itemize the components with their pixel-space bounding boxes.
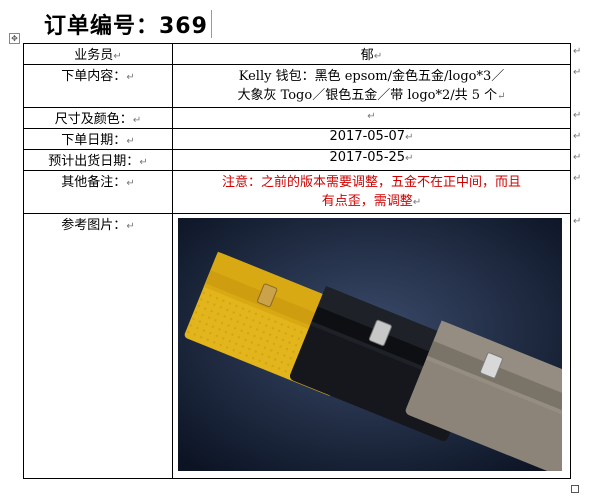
table-row: 其他备注：↵ 注意：之前的版本需要调整，五金不在正中间，而且 有点歪，需调整↵ [23,170,571,214]
row-end-mark-icon: ↵ [573,173,582,184]
paragraph-mark-icon: ↵ [126,221,135,232]
table-resize-handle-icon[interactable] [571,485,579,493]
notes-value-cell[interactable]: 注意：之前的版本需要调整，五金不在正中间，而且 有点歪，需调整↵ [172,170,571,214]
table-row: 下单内容：↵ Kelly 钱包：黑色 epsom/金色五金/logo*3／ 大象… [23,64,571,108]
paragraph-mark-icon: ↵ [139,157,148,168]
ship-date-label: 预计出货日期： [48,154,140,169]
paragraph-mark-icon: ↵ [367,111,376,122]
salesperson-value-cell[interactable]: 郁↵ [172,43,571,65]
paragraph-mark-icon: ↵ [132,115,142,126]
row-end-mark-icon: ↵ [573,152,582,163]
row-end-mark-icon: ↵ [573,110,582,121]
size-color-value-cell[interactable]: ↵ [172,107,571,129]
order-content-text-2: 大象灰 Togo／银色五金／带 logo*2/共 5 个 [237,88,498,103]
table-row: 预计出货日期：↵ 2017-05-25↵ [23,149,571,171]
paragraph-mark-icon: ↵ [405,153,414,164]
paragraph-mark-icon: ↵ [497,91,506,102]
reference-image-label: 参考图片： [61,218,127,233]
order-date-value: 2017-05-07 [329,129,406,144]
table-row: 参考图片：↵ [23,213,571,479]
ship-date-value: 2017-05-25 [329,150,406,165]
wallet-reference-photo[interactable] [178,218,562,471]
salesperson-label: 业务员 [74,48,114,63]
reference-image-cell[interactable] [172,213,571,479]
paragraph-mark-icon: ↵ [412,197,422,208]
table-move-handle-icon[interactable]: ✥ [9,33,20,44]
order-content-text-1: Kelly 钱包：黑色 epsom/金色五金/logo*3／ [238,69,505,84]
notes-label: 其他备注： [61,175,127,190]
order-content-label-cell[interactable]: 下单内容：↵ [23,64,173,108]
salesperson-label-cell[interactable]: 业务员↵ [23,43,173,65]
order-content-label: 下单内容： [61,69,127,84]
table-row: 尺寸及颜色：↵ ↵ [23,107,571,129]
order-date-label: 下单日期： [61,133,127,148]
paragraph-mark-icon: ↵ [405,132,414,143]
notes-text-2: 有点歪，需调整 [321,194,413,209]
size-color-label-cell[interactable]: 尺寸及颜色：↵ [23,107,173,129]
order-content-line-2: 大象灰 Togo／银色五金／带 logo*2/共 5 个↵ [177,84,566,103]
notes-line-2: 有点歪，需调整↵ [177,190,566,209]
notes-label-cell[interactable]: 其他备注：↵ [23,170,173,214]
row-end-mark-icon: ↵ [573,131,582,142]
reference-image-label-cell[interactable]: 参考图片：↵ [23,213,173,479]
table-row: 业务员↵ 郁↵ [23,43,571,65]
paragraph-mark-icon: ↵ [113,51,122,62]
order-table: 业务员↵ 郁↵ 下单内容：↵ Kelly 钱包：黑色 epsom/金色五金/lo… [23,43,571,479]
order-date-label-cell[interactable]: 下单日期：↵ [23,128,173,150]
text-cursor [211,10,212,38]
row-end-mark-icon: ↵ [573,67,582,78]
order-number-title: 订单编号：369 [44,14,208,39]
paragraph-mark-icon: ↵ [126,178,135,189]
order-date-value-cell[interactable]: 2017-05-07↵ [172,128,571,150]
paragraph-mark-icon: ↵ [126,136,135,147]
notes-line-1: 注意：之前的版本需要调整，五金不在正中间，而且 [177,171,566,190]
order-content-line-1: Kelly 钱包：黑色 epsom/金色五金/logo*3／ [177,65,566,84]
ship-date-label-cell[interactable]: 预计出货日期：↵ [23,149,173,171]
ship-date-value-cell[interactable]: 2017-05-25↵ [172,149,571,171]
size-color-label: 尺寸及颜色： [54,112,133,127]
paragraph-mark-icon: ↵ [126,72,135,83]
notes-text-1: 注意：之前的版本需要调整，五金不在正中间，而且 [221,175,521,190]
salesperson-value: 郁 [360,48,374,63]
paragraph-mark-icon: ↵ [373,51,383,62]
table-row: 下单日期：↵ 2017-05-07↵ [23,128,571,150]
row-end-mark-icon: ↵ [573,216,582,227]
order-content-value-cell[interactable]: Kelly 钱包：黑色 epsom/金色五金/logo*3／ 大象灰 Togo／… [172,64,571,108]
row-end-mark-icon: ↵ [573,46,582,57]
